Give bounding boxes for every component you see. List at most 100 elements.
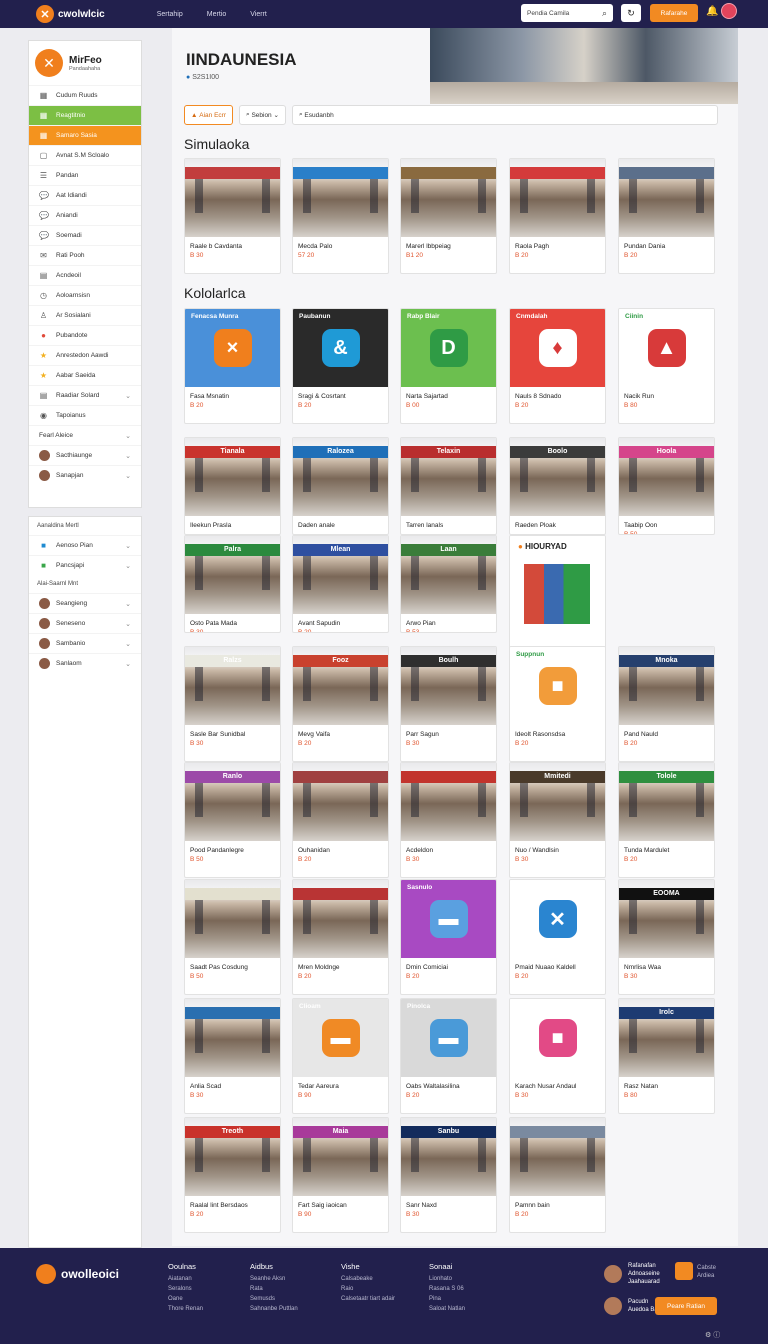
sidebar-person[interactable]: Seangieng ⌄: [29, 593, 141, 613]
sidebar-item[interactable]: 💬 Aat Idiandi: [29, 185, 141, 205]
store-card[interactable]: Ouhanidan B 20: [292, 762, 389, 878]
sidebar-item[interactable]: 💬 Aniandi: [29, 205, 141, 225]
card-title[interactable]: Nacik Run: [619, 387, 714, 402]
card-title[interactable]: Pamnn bain: [510, 1196, 605, 1211]
sidebar-group-item[interactable]: ■ Pancsjapi ⌄: [29, 555, 141, 575]
sidebar-person[interactable]: Sambanio ⌄: [29, 633, 141, 653]
footer-logo[interactable]: owolleoici: [36, 1264, 119, 1284]
sort-dropdown[interactable]: ⌕ Sebion ⌄: [238, 105, 286, 125]
store-card[interactable]: Clioam ▬ Tedar Aareura B 90: [292, 998, 389, 1114]
footer-link[interactable]: Lionhato: [429, 1276, 465, 1282]
store-card[interactable]: Marerl lbbpeiag B1 20: [400, 158, 497, 274]
store-card[interactable]: Palra Osto Pata Mada B 30: [184, 535, 281, 633]
store-card[interactable]: Tolole Tunda Mardulet B 20: [618, 762, 715, 878]
card-title[interactable]: Ileekun Prasla: [185, 516, 280, 531]
card-title[interactable]: Mecda Palo: [293, 237, 388, 252]
store-card[interactable]: Mren Moldnge B 20: [292, 879, 389, 995]
store-card[interactable]: Ralzs Sasle Bar Sunidbal B 30: [184, 646, 281, 762]
store-card[interactable]: Paubanun & Sragi & Cosrtant B 20: [292, 308, 389, 424]
card-title[interactable]: Dmin Comiciai: [401, 958, 496, 973]
sidebar-group-item[interactable]: ■ Aenoso Pian ⌄: [29, 535, 141, 555]
store-card[interactable]: ■ Karach Nusar Andaul B 30: [509, 998, 606, 1114]
footer-link[interactable]: Calsetaatr tiart adair: [341, 1296, 395, 1302]
card-title[interactable]: Mren Moldnge: [293, 958, 388, 973]
sidebar-person[interactable]: Seneseno ⌄: [29, 613, 141, 633]
card-title[interactable]: Marerl lbbpeiag: [401, 237, 496, 252]
store-card[interactable]: Suppnun ■ Ideolt Rasonsdsa B 20: [509, 646, 606, 762]
footer-link[interactable]: Calsabeake: [341, 1276, 395, 1282]
footer-link[interactable]: Thore Renan: [168, 1306, 203, 1312]
card-title[interactable]: Anlia Scad: [185, 1077, 280, 1092]
store-card[interactable]: Raale b Cavdanta B 30: [184, 158, 281, 274]
sidebar-item[interactable]: ▤ Raadiar Solard ⌄: [29, 385, 141, 405]
footer-link[interactable]: Aiatanan: [168, 1276, 203, 1282]
card-title[interactable]: Pmaid Nuaao Kaldell: [510, 958, 605, 973]
card-title[interactable]: Nmrlisa Waa: [619, 958, 714, 973]
card-title[interactable]: Karach Nusar Andaul: [510, 1077, 605, 1092]
sidebar-item[interactable]: ▦ Reagtitnio: [29, 105, 141, 125]
store-card[interactable]: Anlia Scad B 30: [184, 998, 281, 1114]
store-card[interactable]: Sasnulo ▬ Dmin Comiciai B 20: [400, 879, 497, 995]
sidebar-item[interactable]: ● Pubandote: [29, 325, 141, 345]
sidebar-item[interactable]: ▢ Avnat S.M Scloalo: [29, 145, 141, 165]
footer-link[interactable]: Rata: [250, 1286, 298, 1292]
card-title[interactable]: Taabip Oon: [619, 516, 714, 531]
store-card[interactable]: Saadt Pas Cosdung B 50: [184, 879, 281, 995]
store-card[interactable]: Mnoka Pand Nauld B 20: [618, 646, 715, 762]
footer-link[interactable]: Sahnanbe Puttlan: [250, 1306, 298, 1312]
card-title[interactable]: Arwo Pian: [401, 614, 496, 629]
store-card[interactable]: Cnmdalah ♦ Nauls 8 Sdnado B 20: [509, 308, 606, 424]
chevron-down-icon[interactable]: ⌄: [125, 452, 131, 460]
sidebar-item[interactable]: ◷ Aoloarnsisn: [29, 285, 141, 305]
footer-link[interactable]: Seanhe Aksn: [250, 1276, 298, 1282]
store-card[interactable]: Ciinin ▲ Nacik Run B 80: [618, 308, 715, 424]
chevron-down-icon[interactable]: ⌄: [125, 542, 131, 550]
store-card[interactable]: Fooz Mevg Vaifa B 20: [292, 646, 389, 762]
footer-link[interactable]: Oane: [168, 1296, 203, 1302]
sidebar-person[interactable]: Sacthiaunge ⌄: [29, 445, 141, 465]
store-card[interactable]: Pamnn bain B 20: [509, 1117, 606, 1233]
store-card[interactable]: Rabp Blair D Narta Sajartad B 00: [400, 308, 497, 424]
footer-link[interactable]: Pina: [429, 1296, 465, 1302]
footer-link[interactable]: Semusds: [250, 1296, 298, 1302]
top-nav-link[interactable]: Vierrt: [250, 11, 267, 18]
store-card[interactable]: Sanbu Sanr Naxd B 30: [400, 1117, 497, 1233]
sidebar-item[interactable]: ★ Aabar Saeida: [29, 365, 141, 385]
sidebar-item[interactable]: ▦ Cudum Ruuds: [29, 85, 141, 105]
store-card[interactable]: Pinolca ▬ Oabs Waltalasilina B 20: [400, 998, 497, 1114]
brand-logo[interactable]: ✕ cwolwlcic: [36, 5, 105, 23]
store-card[interactable]: Raola Pagh B 20: [509, 158, 606, 274]
store-card[interactable]: ✕ Pmaid Nuaao Kaldell B 20: [509, 879, 606, 995]
store-card[interactable]: Mlean Avant Sapudin B 20: [292, 535, 389, 633]
bell-icon[interactable]: 🔔: [706, 6, 718, 17]
card-title[interactable]: Tunda Mardulet: [619, 841, 714, 856]
refresh-button[interactable]: ↻: [621, 4, 641, 22]
chevron-down-icon[interactable]: ⌄: [125, 392, 131, 400]
footer-link[interactable]: Raio: [341, 1286, 395, 1292]
card-title[interactable]: Narta Sajartad: [401, 387, 496, 402]
card-title[interactable]: Oabs Waltalasilina: [401, 1077, 496, 1092]
footer-contact[interactable]: Rafanafan Adnoaseine Jaahauarad: [604, 1262, 660, 1286]
filter-button[interactable]: ▲ Aian Ecrr: [184, 105, 233, 125]
store-card[interactable]: Boolo Raeden Ploak: [509, 437, 606, 535]
card-title[interactable]: Saadt Pas Cosdung: [185, 958, 280, 973]
card-title[interactable]: Pundan Dania: [619, 237, 714, 252]
card-title[interactable]: Rasz Natan: [619, 1077, 714, 1092]
card-title[interactable]: Nuo / Wandlsin: [510, 841, 605, 856]
card-title[interactable]: Tarren lanals: [401, 516, 496, 531]
footer-link[interactable]: Saloat Natlan: [429, 1306, 465, 1312]
store-card[interactable]: Irolc Rasz Natan B 80: [618, 998, 715, 1114]
footer-link[interactable]: Rasana S 06: [429, 1286, 465, 1292]
card-title[interactable]: Nauls 8 Sdnado: [510, 387, 605, 402]
search-field[interactable]: ⌕ Esudanbh: [291, 105, 718, 125]
top-cta-button[interactable]: Rafarahe: [650, 4, 698, 22]
chevron-down-icon[interactable]: ⌄: [125, 600, 131, 608]
store-card[interactable]: Pundan Dania B 20: [618, 158, 715, 274]
store-card[interactable]: Acdeldon B 30: [400, 762, 497, 878]
card-title[interactable]: Parr Sagun: [401, 725, 496, 740]
card-title[interactable]: Osto Pata Mada: [185, 614, 280, 629]
sidebar-item[interactable]: ▦ Samaro Sasia: [29, 125, 141, 145]
chevron-down-icon[interactable]: ⌄: [125, 562, 131, 570]
chevron-down-icon[interactable]: ⌄: [125, 472, 131, 480]
card-title[interactable]: Sasle Bar Sunidbal: [185, 725, 280, 740]
